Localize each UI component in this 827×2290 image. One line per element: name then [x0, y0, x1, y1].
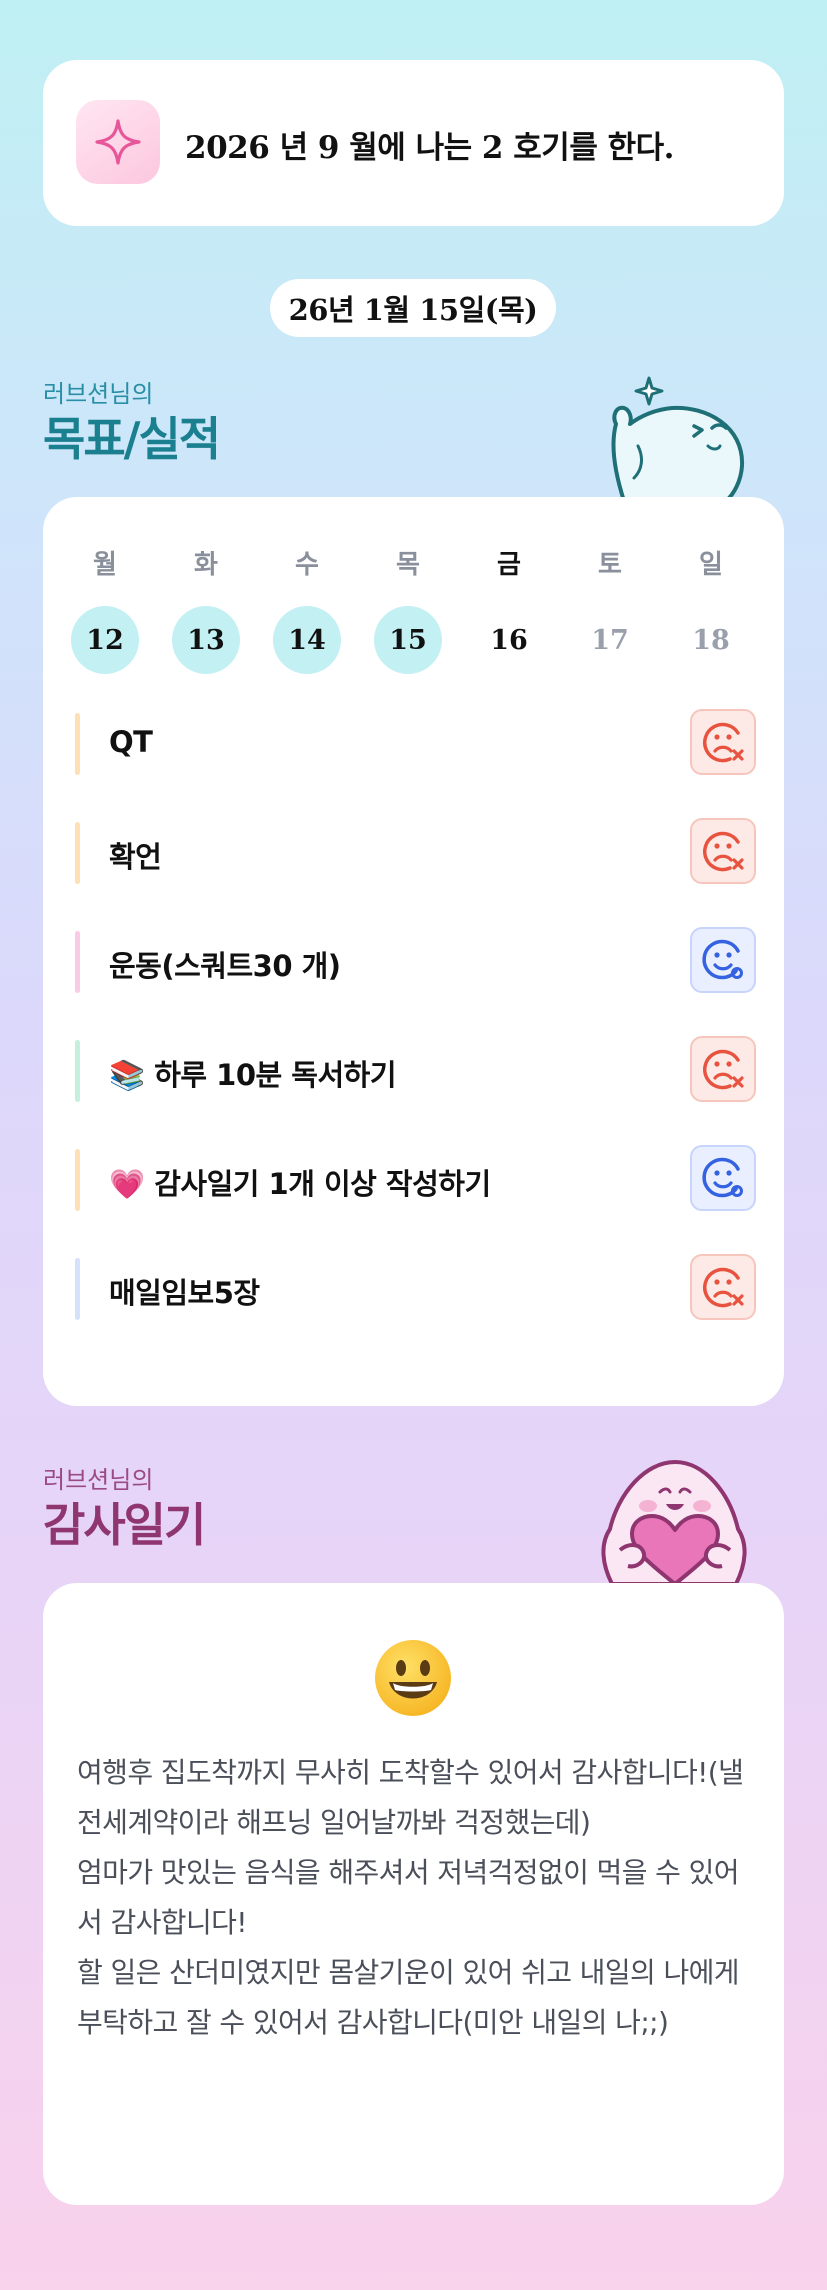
calendar-day-today[interactable]: 16 — [475, 606, 543, 674]
goal-statement: 2026 년 9 월에 나는 2 호기를 한다. — [185, 130, 674, 166]
goal-label: 💗 감사일기 1개 이상 작성하기 — [109, 1167, 491, 1201]
goal-label: 📚 하루 10분 독서하기 — [109, 1058, 397, 1092]
goal-color-bar — [75, 1040, 80, 1102]
calendar-day-future[interactable]: 18 — [677, 606, 745, 674]
goal-color-bar — [75, 1258, 80, 1320]
goal-color-bar — [75, 1149, 80, 1211]
goal-row[interactable]: 매일임보5장 — [75, 1254, 756, 1324]
goal-row[interactable]: 운동(스쿼트30 개) — [75, 927, 756, 997]
goal-row[interactable]: 📚 하루 10분 독서하기 — [75, 1036, 756, 1106]
goal-statement-card: 2026 년 9 월에 나는 2 호기를 한다. — [43, 60, 784, 226]
sparkle-icon — [76, 100, 160, 184]
calendar-day-done[interactable]: 13 — [172, 606, 240, 674]
weekday-label: 금 — [497, 550, 521, 580]
goal-row[interactable]: 💗 감사일기 1개 이상 작성하기 — [75, 1145, 756, 1215]
status-success-icon[interactable] — [690, 1145, 756, 1211]
grinning-face-icon — [375, 1640, 451, 1716]
calendar-day-future[interactable]: 17 — [576, 606, 644, 674]
heart-hugging-mascot-icon — [601, 1460, 747, 1584]
weekday-label: 화 — [194, 550, 218, 580]
calendar-day-done[interactable]: 15 — [374, 606, 442, 674]
weekday-label: 월 — [93, 550, 117, 580]
goal-label: 운동(스쿼트30 개) — [109, 949, 341, 983]
weekday-label: 토 — [598, 550, 622, 580]
goal-row[interactable]: 확언 — [75, 818, 756, 888]
status-fail-icon[interactable] — [690, 1254, 756, 1320]
date-label: 26년 1월 15일(목) — [270, 279, 556, 337]
goal-color-bar — [75, 713, 80, 775]
gratitude-section-title: 감사일기 — [43, 1498, 206, 1552]
status-success-icon[interactable] — [690, 927, 756, 993]
goal-label: QT — [109, 725, 153, 759]
calendar-day-done[interactable]: 14 — [273, 606, 341, 674]
goal-color-bar — [75, 822, 80, 884]
status-fail-icon[interactable] — [690, 818, 756, 884]
status-fail-icon[interactable] — [690, 1036, 756, 1102]
weekday-label: 수 — [295, 550, 319, 580]
waving-mascot-icon — [611, 376, 745, 501]
weekday-label: 일 — [699, 550, 723, 580]
status-fail-icon[interactable] — [690, 709, 756, 775]
goal-label: 매일임보5장 — [109, 1276, 260, 1310]
weekday-label: 목 — [396, 550, 420, 580]
goal-label: 확언 — [109, 840, 162, 874]
gratitude-entry-text: 여행후 집도착까지 무사히 도착할수 있어서 감사합니다!(낼 전세계약이라 해… — [77, 1756, 744, 2039]
goal-row[interactable]: QT — [75, 709, 756, 779]
calendar-day-done[interactable]: 12 — [71, 606, 139, 674]
goals-card: 월 12 화 13 수 14 목 15 금 16 토 17 일 18 QT 확언운동(스쿼트30 개) 📚 하… — [43, 497, 784, 1406]
goals-section-title: 목표/실적 — [43, 412, 221, 466]
goal-color-bar — [75, 931, 80, 993]
gratitude-card: 여행후 집도착까지 무사히 도착할수 있어서 감사합니다!(낼 전세계약이라 해… — [43, 1583, 784, 2205]
